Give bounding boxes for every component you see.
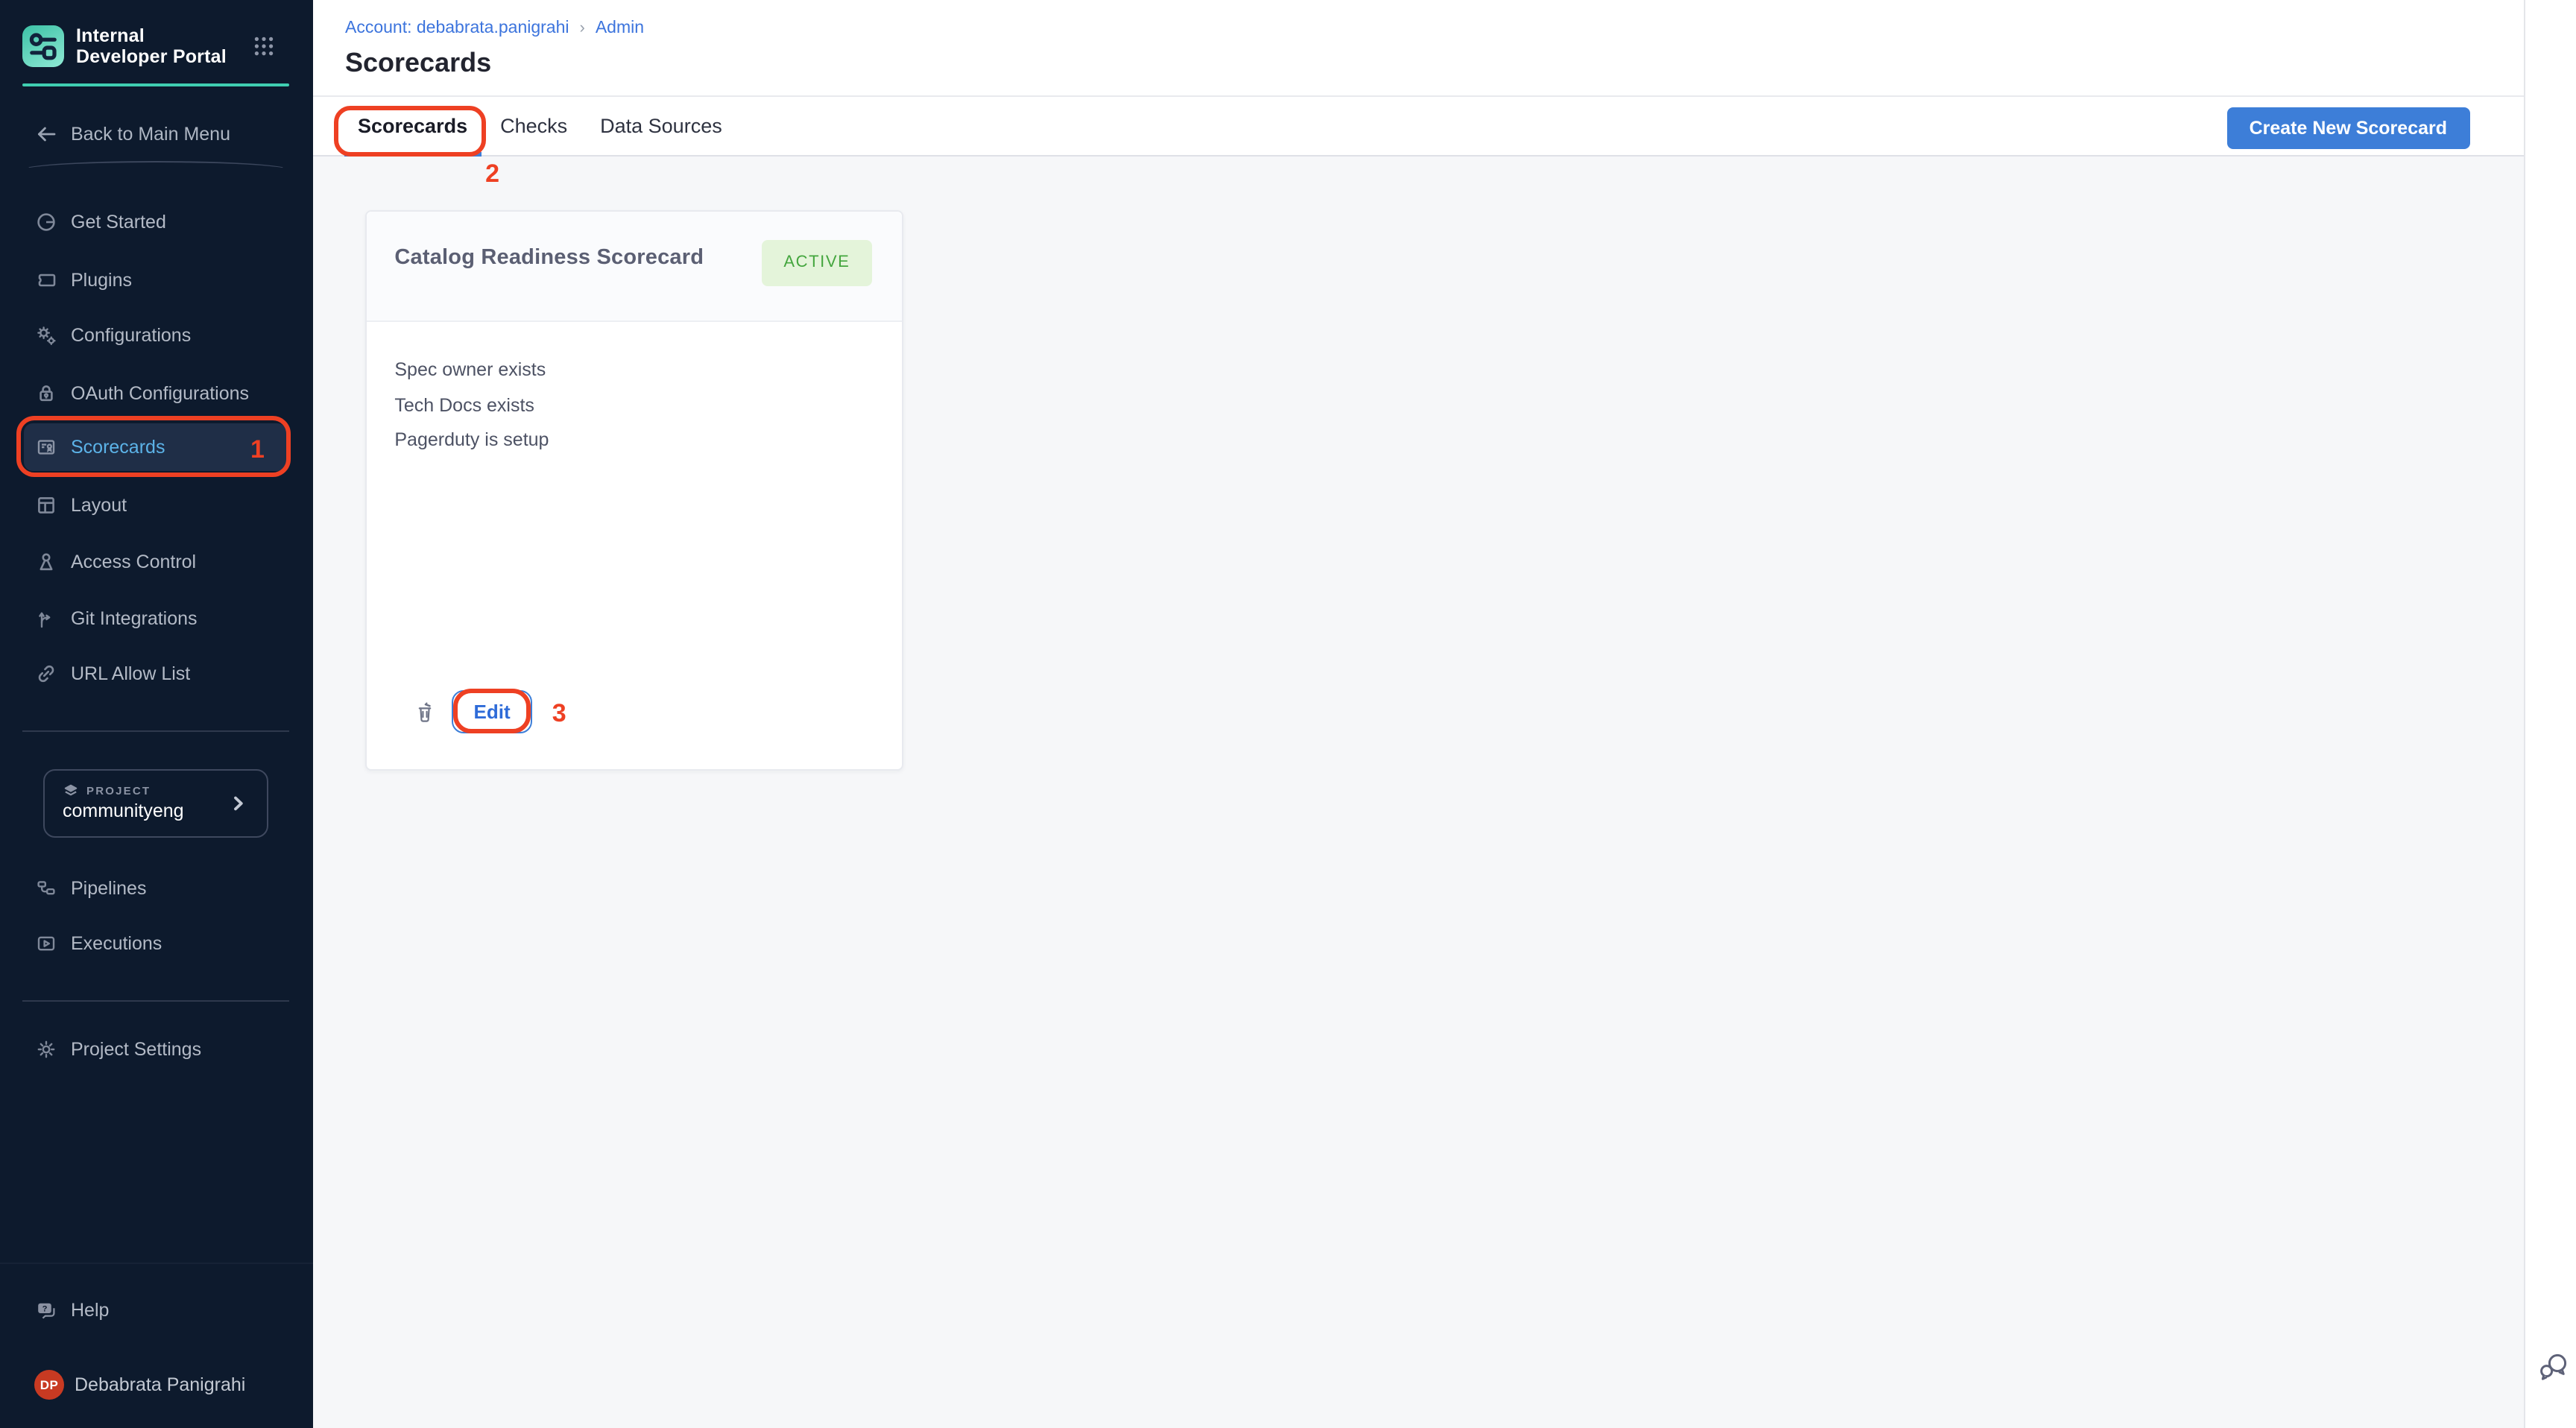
app-title: Internal Developer Portal xyxy=(76,25,240,67)
trash-icon xyxy=(412,699,436,726)
user-name: Debabrata Panigrahi xyxy=(75,1374,245,1395)
edit-scorecard-button[interactable]: Edit 3 xyxy=(451,689,532,733)
tab-data-sources[interactable]: Data Sources xyxy=(587,97,736,154)
sidebar-item-label: Git Integrations xyxy=(71,607,198,628)
scorecards-icon xyxy=(34,435,57,458)
scorecard-card-footer: Edit 3 xyxy=(366,677,901,769)
tab-label: Scorecards xyxy=(358,115,467,137)
sidebar-divider xyxy=(22,161,288,170)
sidebar-item-executions[interactable]: Executions xyxy=(24,920,285,967)
check-item: Tech Docs exists xyxy=(394,388,873,423)
pipelines-icon xyxy=(34,876,57,900)
project-label: PROJECT xyxy=(86,784,151,797)
chat-bubbles-icon xyxy=(2535,1349,2571,1385)
executions-icon xyxy=(34,932,57,955)
plugins-icon xyxy=(34,268,57,291)
back-to-main-menu[interactable]: Back to Main Menu xyxy=(34,121,230,146)
get-started-icon xyxy=(34,210,57,234)
page-title: Scorecards xyxy=(345,47,491,78)
sidebar-item-access-control[interactable]: Access Control xyxy=(24,537,285,585)
app-window: Internal Developer Portal Back to Main M… xyxy=(0,0,2576,1428)
sidebar-item-label: Help xyxy=(71,1300,109,1321)
tab-label: Checks xyxy=(500,115,567,137)
sidebar-item-layout[interactable]: Layout xyxy=(24,481,285,529)
breadcrumb-admin-link[interactable]: Admin xyxy=(596,19,644,37)
project-name: communityeng xyxy=(63,800,184,821)
sidebar-item-oauth-configurations[interactable]: OAuth Configurations xyxy=(24,369,285,417)
breadcrumb-account-link[interactable]: Account: debabrata.panigrahi xyxy=(345,19,569,37)
svg-text:?: ? xyxy=(42,1304,47,1313)
sidebar-item-plugins[interactable]: Plugins xyxy=(24,256,285,303)
sidebar-item-configurations[interactable]: Configurations xyxy=(24,312,285,359)
app-logo: Internal Developer Portal xyxy=(22,25,240,67)
scorecard-card: Catalog Readiness Scorecard ACTIVE Spec … xyxy=(364,210,903,771)
sidebar-item-project-settings[interactable]: Project Settings xyxy=(24,1025,285,1072)
tab-label: Data Sources xyxy=(600,115,722,137)
check-item: Pagerduty is setup xyxy=(394,423,873,458)
status-badge: ACTIVE xyxy=(761,239,872,285)
link-icon xyxy=(34,662,57,686)
configurations-icon xyxy=(34,323,57,347)
sidebar-item-label: URL Allow List xyxy=(71,663,190,684)
sidebar-item-get-started[interactable]: Get Started xyxy=(24,198,285,246)
sidebar-item-pipelines[interactable]: Pipelines xyxy=(24,864,285,912)
annotation-step1-number: 1 xyxy=(250,435,265,465)
sidebar: Internal Developer Portal Back to Main M… xyxy=(0,0,313,1428)
sidebar-item-label: Get Started xyxy=(71,212,166,233)
chevron-right-icon xyxy=(227,792,250,815)
delete-scorecard-button[interactable] xyxy=(411,699,438,729)
gear-icon xyxy=(34,1037,57,1061)
back-to-main-menu-label: Back to Main Menu xyxy=(71,123,230,144)
sidebar-item-label: Scorecards xyxy=(71,436,165,457)
lock-icon xyxy=(34,381,57,405)
create-new-scorecard-button[interactable]: Create New Scorecard xyxy=(2227,107,2469,149)
sidebar-item-label: Executions xyxy=(71,933,162,954)
help-icon: ? xyxy=(34,1298,57,1322)
sidebar-divider xyxy=(22,1000,288,1002)
sidebar-item-label: Access Control xyxy=(71,551,196,572)
tab-scorecards[interactable]: Scorecards 2 xyxy=(344,97,481,154)
logo-accent-bar xyxy=(22,83,288,86)
sidebar-divider xyxy=(0,1262,313,1263)
avatar: DP xyxy=(34,1370,64,1400)
sidebar-divider xyxy=(22,730,288,732)
annotation-step3-number: 3 xyxy=(552,698,566,728)
scorecard-checks-list: Spec owner exists Tech Docs exists Pager… xyxy=(366,322,901,458)
edit-button-label: Edit xyxy=(474,700,511,722)
support-chat-button[interactable] xyxy=(2535,1349,2571,1385)
sidebar-item-label: Project Settings xyxy=(71,1038,201,1059)
annotation-step2-number: 2 xyxy=(485,159,499,189)
sidebar-item-label: Layout xyxy=(71,495,127,516)
sidebar-item-scorecards[interactable]: Scorecards xyxy=(24,423,285,470)
page-header: Account: debabrata.panigrahi › Admin Sco… xyxy=(313,0,2523,97)
apps-grid-icon[interactable] xyxy=(253,36,274,57)
scorecard-title: Catalog Readiness Scorecard xyxy=(394,246,704,270)
layers-icon xyxy=(63,783,79,799)
sidebar-item-url-allow-list[interactable]: URL Allow List xyxy=(24,650,285,698)
git-branch-icon xyxy=(34,606,57,630)
check-item: Spec owner exists xyxy=(394,353,873,388)
sidebar-item-label: Plugins xyxy=(71,269,132,290)
layout-icon xyxy=(34,493,57,517)
right-utility-strip xyxy=(2523,0,2576,1428)
person-icon xyxy=(34,549,57,573)
user-menu[interactable]: DP Debabrata Panigrahi xyxy=(34,1370,245,1400)
scorecard-card-header: Catalog Readiness Scorecard ACTIVE xyxy=(366,212,901,322)
content-area: Catalog Readiness Scorecard ACTIVE Spec … xyxy=(313,156,2523,1428)
sidebar-item-help[interactable]: ? Help xyxy=(24,1286,285,1334)
main-area: Account: debabrata.panigrahi › Admin Sco… xyxy=(313,0,2523,1428)
arrow-left-icon xyxy=(34,121,57,145)
breadcrumb: Account: debabrata.panigrahi › Admin xyxy=(345,19,644,37)
sidebar-item-label: Configurations xyxy=(71,325,191,346)
breadcrumb-separator-icon: › xyxy=(580,19,585,37)
idp-logo-icon xyxy=(22,25,64,67)
tab-checks[interactable]: Checks xyxy=(487,97,581,154)
sidebar-item-label: Pipelines xyxy=(71,877,146,898)
project-selector[interactable]: PROJECT communityeng xyxy=(43,769,268,838)
sidebar-item-label: OAuth Configurations xyxy=(71,382,249,403)
tab-bar: Scorecards 2 Checks Data Sources xyxy=(313,97,2523,156)
sidebar-item-git-integrations[interactable]: Git Integrations xyxy=(24,594,285,642)
